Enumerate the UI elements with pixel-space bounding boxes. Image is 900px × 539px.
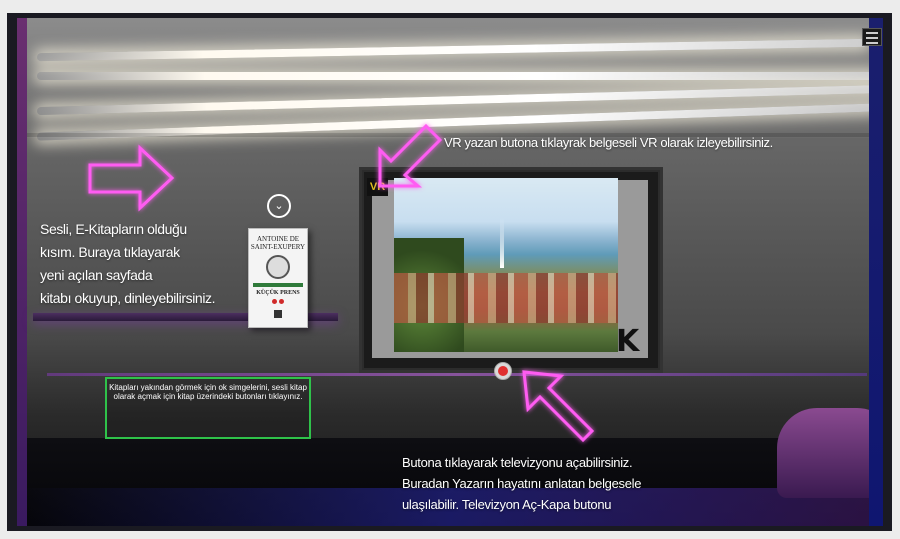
ceiling-light	[37, 72, 877, 80]
caption-line: ulaşılabilir. Televizyon Aç-Kapa butonu	[402, 497, 612, 512]
menu-icon[interactable]	[862, 28, 882, 46]
caption-line: Sesli, E-Kitapların olduğu	[40, 221, 187, 237]
ebook-caption: Sesli, E-Kitapların olduğu kısım. Buraya…	[40, 218, 240, 310]
left-wall-accent	[17, 18, 27, 526]
vr-button[interactable]: VR	[367, 178, 388, 196]
audio-dot-icon[interactable]	[279, 299, 284, 304]
right-wall-accent	[869, 18, 883, 526]
power-caption: Butona tıklayarak televizyonu açabilirsi…	[402, 452, 641, 515]
caption-line: yeni açılan sayfada	[40, 267, 153, 283]
audio-dot-icon[interactable]	[272, 299, 277, 304]
lounge-chair	[777, 408, 883, 498]
power-button[interactable]	[494, 362, 512, 380]
caption-line: Butona tıklayarak televizyonu açabilirsi…	[402, 455, 633, 470]
water-jet	[500, 218, 504, 268]
book-kucuk-prens[interactable]: ANTOINE DE SAINT-EXUPERY KÜÇÜK PRENS	[248, 228, 308, 328]
city-roofs	[394, 273, 618, 323]
book-band	[253, 283, 303, 287]
book-title: KÜÇÜK PRENS	[256, 290, 300, 296]
caption-line: Buradan Yazarın hayatını anlatan belgese…	[402, 476, 642, 491]
chevron-down-icon[interactable]: ⌄	[267, 194, 291, 218]
book-author-line1: ANTOINE DE	[256, 235, 300, 243]
book-author: ANTOINE DE SAINT-EXUPERY	[249, 235, 307, 251]
wall-rail	[47, 373, 867, 376]
publisher-logo-icon	[274, 310, 282, 318]
power-icon	[498, 366, 508, 376]
book-seal-icon	[266, 255, 290, 279]
hint-box: Kitapları yakından görmek için ok simgel…	[105, 377, 311, 439]
channel-logo: K	[616, 324, 640, 359]
book-author-line2: SAINT-EXUPERY	[250, 243, 306, 251]
book-audio-buttons[interactable]	[249, 299, 307, 304]
caption-line: kısım. Buraya tıklayarak	[40, 244, 180, 260]
vr-caption: VR yazan butona tıklayrak belgeseli VR o…	[444, 135, 773, 150]
caption-line: kitabı okuyup, dinleyebilirsiniz.	[40, 290, 216, 306]
tv-screen-image	[394, 178, 618, 352]
